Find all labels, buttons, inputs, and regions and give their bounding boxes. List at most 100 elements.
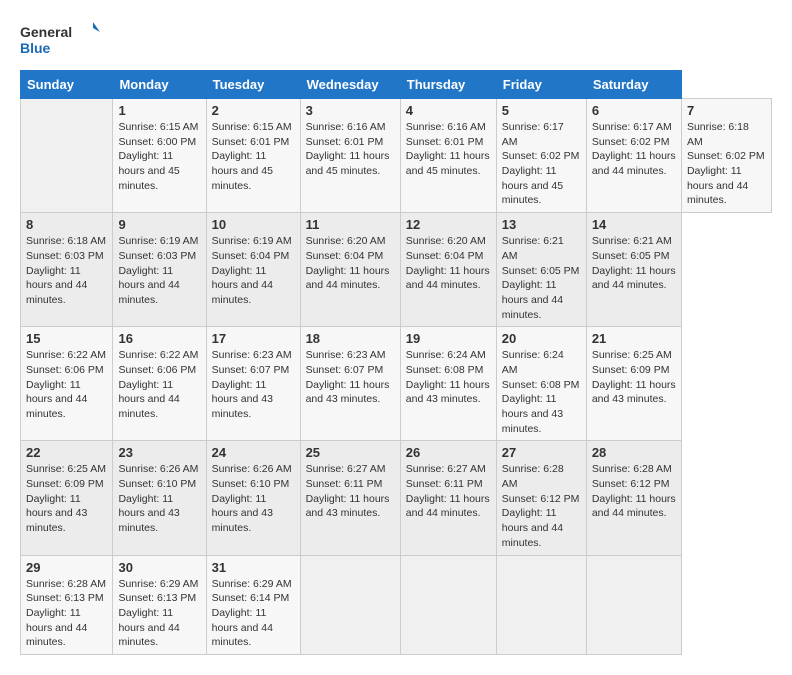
day-info: Sunrise: 6:17 AM Sunset: 6:02 PM Dayligh… [592,120,676,179]
day-cell-empty [586,555,681,654]
day-info: Sunrise: 6:23 AM Sunset: 6:07 PM Dayligh… [306,348,395,407]
day-info: Sunrise: 6:21 AM Sunset: 6:05 PM Dayligh… [502,234,581,322]
day-number: 2 [212,103,295,118]
svg-text:General: General [20,24,72,40]
day-cell-5: 5Sunrise: 6:17 AM Sunset: 6:02 PM Daylig… [496,99,586,213]
day-cell-19: 19 Sunrise: 6:24 AM Sunset: 6:08 PM Dayli… [400,327,496,441]
day-info: Sunrise: 6:24 AM Sunset: 6:08 PM Dayligh… [502,348,581,436]
day-number: 23 [118,445,200,460]
day-cell-20: 20 Sunrise: 6:24 AM Sunset: 6:08 PM Dayli… [496,327,586,441]
day-info: Sunrise: 6:20 AM Sunset: 6:04 PM Dayligh… [306,234,395,293]
week-row-4: 22 Sunrise: 6:25 AM Sunset: 6:09 PM Dayli… [21,441,772,555]
day-info: Sunrise: 6:26 AM Sunset: 6:10 PM Dayligh… [118,462,200,535]
day-number: 16 [118,331,200,346]
day-info: Sunrise: 6:19 AM Sunset: 6:04 PM Dayligh… [212,234,295,307]
day-cell-6: 6 Sunrise: 6:17 AM Sunset: 6:02 PM Daylig… [586,99,681,213]
day-cell-3: 3 Sunrise: 6:16 AM Sunset: 6:01 PM Daylig… [300,99,400,213]
day-cell-4: 4Sunrise: 6:16 AM Sunset: 6:01 PM Daylig… [400,99,496,213]
day-info: Sunrise: 6:29 AM Sunset: 6:14 PM Dayligh… [212,577,295,650]
day-cell-28: 28Sunrise: 6:28 AM Sunset: 6:12 PM Dayli… [586,441,681,555]
day-cell-2: 2 Sunrise: 6:15 AM Sunset: 6:01 PM Daylig… [206,99,300,213]
svg-text:Blue: Blue [20,40,51,56]
day-cell-empty [300,555,400,654]
day-info: Sunrise: 6:29 AM Sunset: 6:13 PM Dayligh… [118,577,200,650]
day-cell-10: 10 Sunrise: 6:19 AM Sunset: 6:04 PM Dayli… [206,213,300,327]
day-info: Sunrise: 6:23 AM Sunset: 6:07 PM Dayligh… [212,348,295,421]
day-number: 25 [306,445,395,460]
day-info: Sunrise: 6:28 AM Sunset: 6:12 PM Dayligh… [592,462,676,521]
day-info: Sunrise: 6:27 AM Sunset: 6:11 PM Dayligh… [406,462,491,521]
day-info: Sunrise: 6:28 AM Sunset: 6:13 PM Dayligh… [26,577,107,650]
empty-cell [21,99,113,213]
day-cell-16: 16 Sunrise: 6:22 AM Sunset: 6:06 PM Dayli… [113,327,206,441]
day-number: 10 [212,217,295,232]
calendar-table: SundayMondayTuesdayWednesdayThursdayFrid… [20,70,772,655]
day-number: 3 [306,103,395,118]
day-cell-29: 29 Sunrise: 6:28 AM Sunset: 6:13 PM Dayli… [21,555,113,654]
day-info: Sunrise: 6:25 AM Sunset: 6:09 PM Dayligh… [592,348,676,407]
day-cell-17: 17Sunrise: 6:23 AM Sunset: 6:07 PM Dayli… [206,327,300,441]
day-cell-31: 31 Sunrise: 6:29 AM Sunset: 6:14 PM Dayli… [206,555,300,654]
day-number: 22 [26,445,107,460]
header-cell-sunday: Sunday [21,71,113,99]
day-number: 26 [406,445,491,460]
day-cell-13: 13 Sunrise: 6:21 AM Sunset: 6:05 PM Dayli… [496,213,586,327]
day-number: 18 [306,331,395,346]
logo-svg: General Blue [20,20,100,60]
day-number: 21 [592,331,676,346]
day-info: Sunrise: 6:16 AM Sunset: 6:01 PM Dayligh… [306,120,395,179]
day-info: Sunrise: 6:19 AM Sunset: 6:03 PM Dayligh… [118,234,200,307]
day-cell-30: 30 Sunrise: 6:29 AM Sunset: 6:13 PM Dayli… [113,555,206,654]
day-cell-15: 15 Sunrise: 6:22 AM Sunset: 6:06 PM Dayli… [21,327,113,441]
day-info: Sunrise: 6:25 AM Sunset: 6:09 PM Dayligh… [26,462,107,535]
day-cell-26: 26 Sunrise: 6:27 AM Sunset: 6:11 PM Dayli… [400,441,496,555]
day-number: 8 [26,217,107,232]
header-cell-thursday: Thursday [400,71,496,99]
day-number: 20 [502,331,581,346]
day-number: 7 [687,103,766,118]
day-number: 11 [306,217,395,232]
day-info: Sunrise: 6:18 AM Sunset: 6:02 PM Dayligh… [687,120,766,208]
day-cell-empty [496,555,586,654]
header-cell-saturday: Saturday [586,71,681,99]
day-info: Sunrise: 6:22 AM Sunset: 6:06 PM Dayligh… [118,348,200,421]
day-info: Sunrise: 6:24 AM Sunset: 6:08 PM Dayligh… [406,348,491,407]
day-number: 31 [212,560,295,575]
day-cell-empty [400,555,496,654]
day-info: Sunrise: 6:26 AM Sunset: 6:10 PM Dayligh… [212,462,295,535]
day-number: 4 [406,103,491,118]
day-number: 5 [502,103,581,118]
day-number: 14 [592,217,676,232]
day-number: 13 [502,217,581,232]
week-row-3: 15 Sunrise: 6:22 AM Sunset: 6:06 PM Dayli… [21,327,772,441]
day-number: 19 [406,331,491,346]
day-number: 30 [118,560,200,575]
header-cell-wednesday: Wednesday [300,71,400,99]
day-info: Sunrise: 6:15 AM Sunset: 6:01 PM Dayligh… [212,120,295,193]
day-cell-22: 22 Sunrise: 6:25 AM Sunset: 6:09 PM Dayli… [21,441,113,555]
header: General Blue [20,20,772,60]
day-number: 27 [502,445,581,460]
day-cell-11: 11 Sunrise: 6:20 AM Sunset: 6:04 PM Dayli… [300,213,400,327]
day-info: Sunrise: 6:15 AM Sunset: 6:00 PM Dayligh… [118,120,200,193]
day-cell-23: 23 Sunrise: 6:26 AM Sunset: 6:10 PM Dayli… [113,441,206,555]
day-number: 12 [406,217,491,232]
header-cell-friday: Friday [496,71,586,99]
header-cell-monday: Monday [113,71,206,99]
week-row-5: 29 Sunrise: 6:28 AM Sunset: 6:13 PM Dayli… [21,555,772,654]
day-info: Sunrise: 6:18 AM Sunset: 6:03 PM Dayligh… [26,234,107,307]
day-cell-8: 8 Sunrise: 6:18 AM Sunset: 6:03 PM Daylig… [21,213,113,327]
day-info: Sunrise: 6:20 AM Sunset: 6:04 PM Dayligh… [406,234,491,293]
day-cell-25: 25Sunrise: 6:27 AM Sunset: 6:11 PM Dayli… [300,441,400,555]
day-cell-24: 24Sunrise: 6:26 AM Sunset: 6:10 PM Dayli… [206,441,300,555]
day-cell-12: 12 Sunrise: 6:20 AM Sunset: 6:04 PM Dayli… [400,213,496,327]
day-number: 6 [592,103,676,118]
day-info: Sunrise: 6:22 AM Sunset: 6:06 PM Dayligh… [26,348,107,421]
day-cell-14: 14Sunrise: 6:21 AM Sunset: 6:05 PM Dayli… [586,213,681,327]
header-cell-tuesday: Tuesday [206,71,300,99]
day-cell-21: 21 Sunrise: 6:25 AM Sunset: 6:09 PM Dayli… [586,327,681,441]
week-row-2: 8 Sunrise: 6:18 AM Sunset: 6:03 PM Daylig… [21,213,772,327]
day-number: 29 [26,560,107,575]
day-number: 15 [26,331,107,346]
day-cell-27: 27Sunrise: 6:28 AM Sunset: 6:12 PM Dayli… [496,441,586,555]
